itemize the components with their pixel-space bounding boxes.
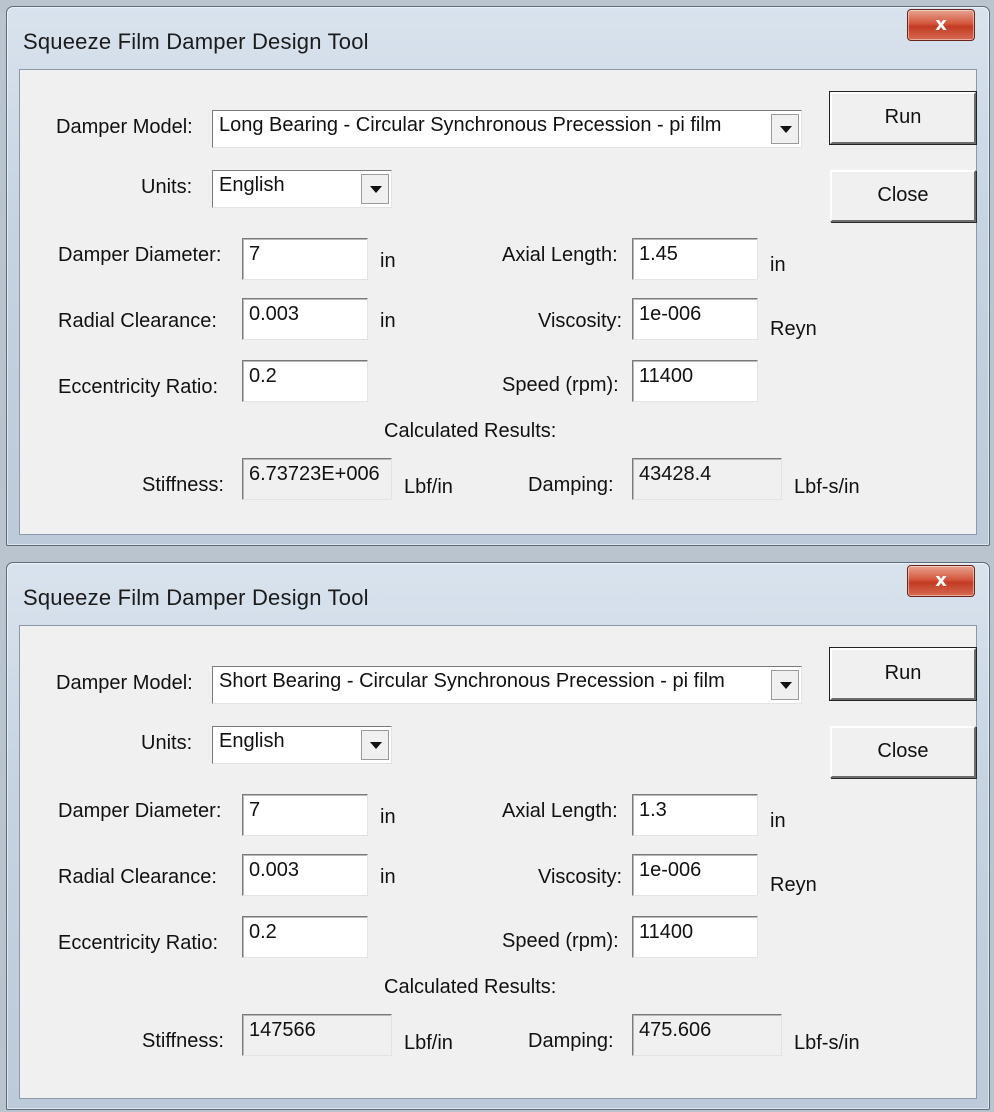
dialog-client-area: Damper Model: Long Bearing - Circular Sy… [19,69,977,535]
speed-label: Speed (rpm): [502,374,619,396]
eccentricity-ratio-label: Eccentricity Ratio: [58,932,219,954]
close-button[interactable]: Close [830,726,976,778]
stiffness-unit: Lbf/in [404,476,453,498]
radial-clearance-unit: in [380,310,396,332]
stiffness-label: Stiffness: [142,1030,224,1052]
damper-model-dropdown[interactable]: Short Bearing - Circular Synchronous Pre… [212,666,802,704]
damper-diameter-input[interactable]: 7 [242,238,368,280]
axial-length-unit: in [770,254,786,276]
units-value: English [219,730,285,752]
calculated-results-heading: Calculated Results: [384,976,557,998]
stiffness-unit: Lbf/in [404,1032,453,1054]
run-button[interactable]: Run [829,647,977,701]
units-label: Units: [141,176,193,198]
calculated-results-heading: Calculated Results: [384,420,557,442]
radial-clearance-unit: in [380,866,396,888]
stiffness-label: Stiffness: [142,474,224,496]
speed-label: Speed (rpm): [502,930,619,952]
viscosity-label: Viscosity: [538,310,623,332]
chevron-down-icon[interactable] [771,670,799,700]
eccentricity-ratio-input[interactable]: 0.2 [242,916,368,958]
chevron-down-icon[interactable] [361,174,389,204]
damping-output: 475.606 [632,1014,782,1056]
damping-output: 43428.4 [632,458,782,500]
damper-diameter-input[interactable]: 7 [242,794,368,836]
axial-length-input[interactable]: 1.45 [632,238,758,280]
radial-clearance-label: Radial Clearance: [58,866,217,888]
units-value: English [219,174,285,196]
damper-diameter-label: Damper Diameter: [58,244,222,266]
window-close-button[interactable]: x [907,9,975,41]
radial-clearance-input[interactable]: 0.003 [242,854,368,896]
damping-unit: Lbf-s/in [794,1032,860,1054]
speed-input[interactable]: 11400 [632,916,758,958]
close-button[interactable]: Close [830,170,976,222]
speed-input[interactable]: 11400 [632,360,758,402]
units-label: Units: [141,732,193,754]
dialog-window-long-bearing: Squeeze Film Damper Design Tool x Damper… [6,6,990,546]
viscosity-unit: Reyn [770,318,817,340]
window-close-button[interactable]: x [907,565,975,597]
chevron-down-icon[interactable] [361,730,389,760]
stiffness-output: 147566 [242,1014,392,1056]
close-icon: x [935,14,947,35]
damper-diameter-unit: in [380,250,396,272]
damping-label: Damping: [528,1030,614,1052]
axial-length-unit: in [770,810,786,832]
window-title: Squeeze Film Damper Design Tool [23,29,369,54]
eccentricity-ratio-input[interactable]: 0.2 [242,360,368,402]
damper-model-label: Damper Model: [56,672,193,694]
damping-label: Damping: [528,474,614,496]
chevron-down-icon[interactable] [771,114,799,144]
damper-model-dropdown[interactable]: Long Bearing - Circular Synchronous Prec… [212,110,802,148]
axial-length-label: Axial Length: [502,800,618,822]
damper-model-value: Long Bearing - Circular Synchronous Prec… [219,114,722,136]
axial-length-input[interactable]: 1.3 [632,794,758,836]
window-title: Squeeze Film Damper Design Tool [23,585,369,610]
viscosity-input[interactable]: 1e-006 [632,854,758,896]
radial-clearance-label: Radial Clearance: [58,310,217,332]
damper-model-label: Damper Model: [56,116,193,138]
damper-model-value: Short Bearing - Circular Synchronous Pre… [219,670,725,692]
radial-clearance-input[interactable]: 0.003 [242,298,368,340]
run-button[interactable]: Run [829,91,977,145]
title-bar[interactable]: Squeeze Film Damper Design Tool x [7,563,989,625]
eccentricity-ratio-label: Eccentricity Ratio: [58,376,219,398]
dialog-client-area: Damper Model: Short Bearing - Circular S… [19,625,977,1099]
stiffness-output: 6.73723E+006 [242,458,392,500]
viscosity-input[interactable]: 1e-006 [632,298,758,340]
viscosity-unit: Reyn [770,874,817,896]
title-bar[interactable]: Squeeze Film Damper Design Tool x [7,7,989,69]
damper-diameter-unit: in [380,806,396,828]
axial-length-label: Axial Length: [502,244,618,266]
dialog-window-short-bearing: Squeeze Film Damper Design Tool x Damper… [6,562,990,1110]
damper-diameter-label: Damper Diameter: [58,800,222,822]
damping-unit: Lbf-s/in [794,476,860,498]
units-dropdown[interactable]: English [212,170,392,208]
viscosity-label: Viscosity: [538,866,623,888]
units-dropdown[interactable]: English [212,726,392,764]
close-icon: x [935,570,947,591]
